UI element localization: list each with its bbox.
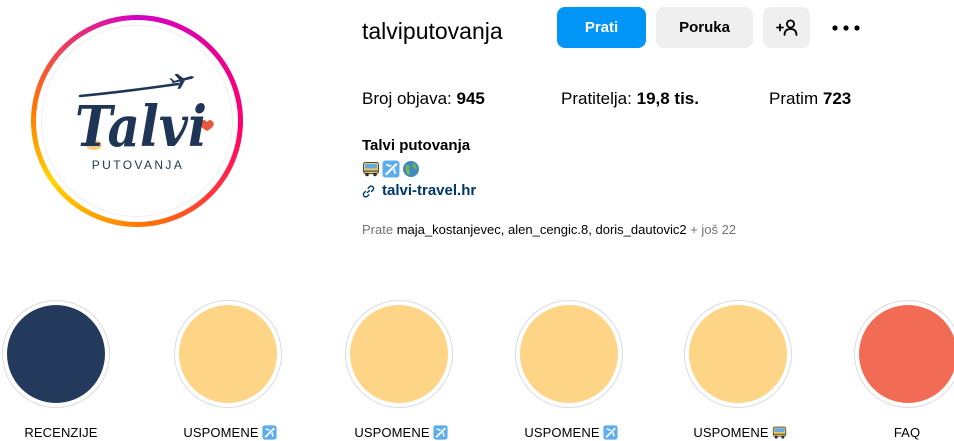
highlight-uspomene-2[interactable] bbox=[345, 300, 453, 408]
bio-website-link[interactable]: talvi-travel.hr bbox=[362, 181, 476, 201]
message-button[interactable]: Poruka bbox=[656, 7, 753, 48]
more-options-button[interactable] bbox=[826, 12, 866, 44]
followed-by-name[interactable]: doris_dautovic2 bbox=[596, 222, 687, 237]
airplane-emoji bbox=[262, 425, 277, 440]
highlight-cover bbox=[350, 305, 448, 403]
profile-avatar[interactable]: Talvi PUTOVANJA bbox=[31, 15, 243, 227]
followed-by-prefix: Prate bbox=[362, 222, 394, 237]
highlight-cover bbox=[520, 305, 618, 403]
follow-button-label: Prati bbox=[584, 19, 619, 36]
bio-link-text: talvi-travel.hr bbox=[382, 182, 477, 199]
highlight-label: USPOMENE bbox=[486, 424, 656, 441]
more-dots-icon bbox=[832, 25, 860, 31]
highlight-cover bbox=[859, 305, 954, 403]
stat-following[interactable]: Pratim 723 bbox=[769, 88, 851, 110]
avatar-image: Talvi PUTOVANJA bbox=[41, 25, 233, 217]
highlight-label: USPOMENE bbox=[655, 424, 825, 441]
globe-emoji bbox=[403, 161, 419, 177]
highlight-label: USPOMENE bbox=[145, 424, 315, 441]
highlight-cover bbox=[689, 305, 787, 403]
bus-emoji bbox=[772, 426, 786, 439]
highlight-label: USPOMENE bbox=[316, 424, 486, 441]
highlight-uspomene-1[interactable] bbox=[174, 300, 282, 408]
logo-plane bbox=[169, 73, 195, 90]
highlight-cover bbox=[7, 305, 105, 403]
suggested-accounts-button[interactable] bbox=[763, 7, 810, 48]
followed-by[interactable]: Prate maja_kostanjevec, alen_cengic.8, d… bbox=[362, 221, 736, 239]
bio-emoji-row bbox=[362, 160, 420, 178]
stat-posts-value: 945 bbox=[456, 89, 485, 108]
stat-followers-label: Pratitelja: bbox=[561, 89, 632, 108]
stat-following-value: 723 bbox=[822, 89, 852, 108]
highlight-label: RECENZIJE bbox=[24, 425, 98, 440]
add-person-icon bbox=[776, 19, 798, 36]
talvi-logo: Talvi PUTOVANJA bbox=[75, 73, 214, 172]
followed-by-name[interactable]: alen_cengic.8 bbox=[508, 222, 588, 237]
profile-full-name: Talvi putovanja bbox=[362, 137, 471, 154]
airplane-emoji bbox=[382, 160, 400, 178]
airplane-emoji bbox=[433, 425, 448, 440]
stat-following-label: Pratim bbox=[769, 89, 819, 108]
highlight-uspomene-4[interactable] bbox=[684, 300, 792, 408]
followed-by-suffix: + još 22 bbox=[690, 222, 737, 237]
logo-wordmark: Talvi bbox=[75, 94, 207, 160]
bus-emoji bbox=[363, 162, 379, 177]
highlight-uspomene-3[interactable] bbox=[515, 300, 623, 408]
message-button-label: Poruka bbox=[679, 19, 730, 36]
stat-followers-value: 19,8 tis. bbox=[636, 89, 699, 108]
profile-username: talviputovanja bbox=[362, 18, 503, 44]
highlight-faq[interactable] bbox=[854, 300, 954, 408]
follow-button[interactable]: Prati bbox=[557, 7, 646, 48]
followed-by-name[interactable]: maja_kostanjevec bbox=[397, 222, 501, 237]
stat-posts-label: Broj objava: bbox=[362, 89, 452, 108]
highlight-label: FAQ bbox=[893, 425, 921, 440]
airplane-emoji bbox=[603, 425, 618, 440]
logo-subtitle: PUTOVANJA bbox=[92, 158, 185, 172]
highlight-recenzije[interactable] bbox=[2, 300, 110, 408]
link-icon bbox=[362, 184, 375, 198]
stat-followers[interactable]: Pratitelja: 19,8 tis. bbox=[561, 88, 699, 110]
highlight-cover bbox=[179, 305, 277, 403]
stat-posts: Broj objava: 945 bbox=[362, 88, 485, 110]
